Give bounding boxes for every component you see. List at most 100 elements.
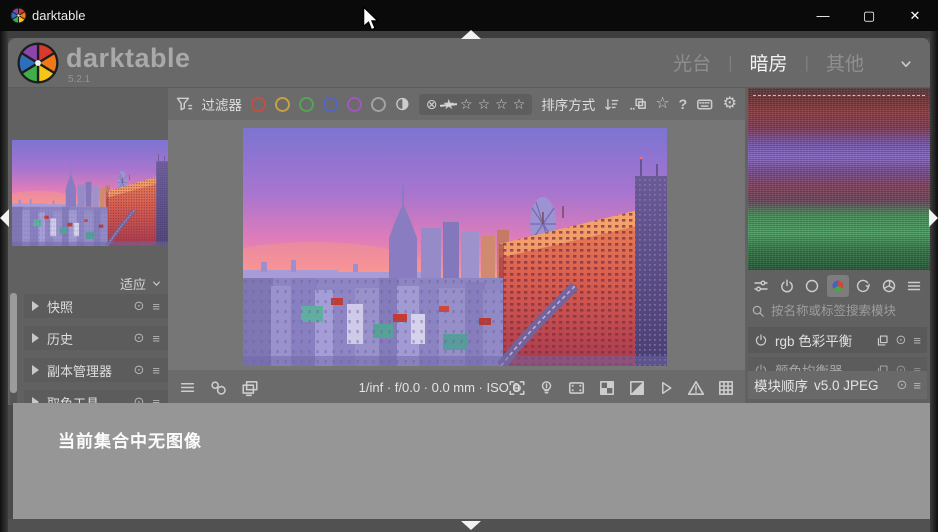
reject-icon[interactable]: ⊗ <box>426 96 438 113</box>
chevron-down-icon <box>151 279 162 288</box>
waveform-scope[interactable] <box>748 88 930 270</box>
search-icon <box>751 304 765 318</box>
overlays-star-icon[interactable]: ☆ <box>655 96 669 112</box>
zoom-level-dropdown[interactable]: 适应 <box>120 274 162 293</box>
raw-overexposed-icon[interactable] <box>598 379 616 397</box>
expander-icon <box>32 333 39 343</box>
color-label-purple[interactable] <box>347 97 362 112</box>
star-2-icon[interactable]: ☆ <box>460 96 473 113</box>
gamut-check-warning-icon[interactable] <box>687 379 705 397</box>
softproof-icon[interactable] <box>658 379 675 397</box>
collapse-left-panel-arrow-icon[interactable] <box>0 209 9 227</box>
reset-icon[interactable]: ⊙ <box>896 332 907 348</box>
color-label-gray[interactable] <box>371 97 386 112</box>
module-color-balance-rgb[interactable]: rgb 色彩平衡 ⊙ ≡ <box>748 327 927 353</box>
empty-collection-message: 当前集合中无图像 <box>58 427 202 452</box>
color-assessment-circles-icon[interactable] <box>209 379 228 397</box>
module-history[interactable]: 历史 ⊙ ≡ <box>24 326 168 350</box>
filter-label: 过滤器 <box>202 94 243 114</box>
view-switcher: 光台 | 暗房 | 其他 <box>673 38 864 87</box>
exif-info: 1/inf · f/0.0 · 0.0 mm · ISO 0 <box>359 380 520 395</box>
reset-icon[interactable]: ⊙ <box>897 377 908 393</box>
guides-grid-icon[interactable] <box>717 379 735 397</box>
maximize-button[interactable]: ▢ <box>846 0 892 31</box>
group-active-modules-icon[interactable] <box>750 275 772 297</box>
darktable-window: darktable — ▢ ✕ darktable 5.2.1 光台 | 暗房 … <box>0 0 938 532</box>
navigation-thumbnail[interactable] <box>12 140 168 246</box>
top-toolbar: 过滤器 ⊗ ★ ☆ ☆ ☆ ☆ 排序方式 ☆ ? ⚙ <box>168 88 745 120</box>
full-preview-icon[interactable] <box>567 379 586 397</box>
presets-icon[interactable]: ≡ <box>913 333 921 348</box>
module-duplicate-manager[interactable]: 副本管理器 ⊙ ≡ <box>24 358 168 382</box>
left-panel: 适应 快照 ⊙ ≡ 历史 ⊙ ≡ 副本管理器 ⊙ ≡ 取色工具 ⊙ ≡ <box>8 88 168 405</box>
header-bar: darktable 5.2.1 光台 | 暗房 | 其他 <box>8 38 930 88</box>
main-image[interactable] <box>243 128 667 366</box>
iso12646-bulb-icon[interactable] <box>538 379 555 397</box>
window-title: darktable <box>32 8 85 23</box>
star-1-icon[interactable]: ★ <box>442 96 455 113</box>
second-window-icon[interactable] <box>240 379 260 397</box>
reset-icon[interactable]: ⊙ <box>134 298 145 314</box>
titlebar: darktable — ▢ ✕ <box>0 0 938 31</box>
overexposed-icon[interactable] <box>628 379 646 397</box>
module-search <box>751 301 924 321</box>
expander-icon <box>32 301 39 311</box>
filter-funnel-icon[interactable] <box>176 95 193 113</box>
group-effects-fan-icon[interactable] <box>878 275 900 297</box>
app-name: darktable <box>66 43 191 74</box>
star-4-icon[interactable]: ☆ <box>495 96 508 113</box>
star-3-icon[interactable]: ☆ <box>478 96 491 113</box>
scope-clipping-dashed-line <box>753 95 925 96</box>
presets-icon[interactable]: ≡ <box>913 378 921 393</box>
overlays-menu-icon[interactable] <box>178 379 197 396</box>
module-order-label: 模块顺序 <box>754 375 808 395</box>
color-label-red[interactable] <box>251 97 266 112</box>
grouping-icon[interactable] <box>629 96 646 113</box>
color-label-blue[interactable] <box>323 97 338 112</box>
group-correct-swirl-icon[interactable] <box>852 275 874 297</box>
power-icon[interactable] <box>754 333 768 347</box>
group-color-rgb-icon[interactable] <box>827 275 849 297</box>
color-label-green[interactable] <box>299 97 314 112</box>
reset-icon[interactable]: ⊙ <box>134 362 145 378</box>
left-panel-scrollbar-thumb[interactable] <box>10 293 17 393</box>
view-separator: | <box>728 53 732 73</box>
views-chevron-down-icon[interactable] <box>898 58 914 70</box>
sort-label: 排序方式 <box>541 94 595 114</box>
view-lighttable[interactable]: 光台 <box>673 49 711 76</box>
minimize-button[interactable]: — <box>800 0 846 31</box>
module-order-row[interactable]: 模块顺序 v5.0 JPEG ⊙ ≡ <box>748 371 927 399</box>
group-enabled-power-icon[interactable] <box>776 275 798 297</box>
multi-instance-icon[interactable] <box>876 334 889 347</box>
right-edge <box>930 31 938 532</box>
help-icon[interactable]: ? <box>679 97 688 111</box>
zoom-level-value: 适应 <box>120 274 146 293</box>
close-button[interactable]: ✕ <box>892 0 938 31</box>
color-label-mixed-icon[interactable] <box>395 96 410 112</box>
presets-icon[interactable]: ≡ <box>152 331 160 346</box>
filmstrip-panel: 当前集合中无图像 <box>13 403 930 519</box>
expand-filmstrip-arrow-icon[interactable] <box>461 521 481 530</box>
view-other[interactable]: 其他 <box>826 49 864 76</box>
preferences-gear-icon[interactable]: ⚙ <box>723 96 737 112</box>
color-label-yellow[interactable] <box>275 97 290 112</box>
view-separator: | <box>805 53 809 73</box>
darktable-logo-icon <box>16 41 60 85</box>
module-order-value: v5.0 JPEG <box>814 378 879 393</box>
reset-icon[interactable]: ⊙ <box>134 330 145 346</box>
collapse-right-panel-arrow-icon[interactable] <box>929 209 938 227</box>
star-5-icon[interactable]: ☆ <box>513 96 526 113</box>
module-groups <box>750 274 925 298</box>
groups-presets-menu-icon[interactable] <box>903 275 925 297</box>
left-edge <box>0 31 8 532</box>
app-version: 5.2.1 <box>68 74 90 85</box>
module-search-input[interactable] <box>771 304 921 318</box>
sort-order-icon[interactable] <box>604 96 620 113</box>
collapse-top-panel-arrow-icon[interactable] <box>461 30 481 39</box>
presets-icon[interactable]: ≡ <box>152 299 160 314</box>
shortcuts-keyboard-icon[interactable] <box>696 96 713 113</box>
group-base-circle-icon[interactable] <box>801 275 823 297</box>
module-snapshots[interactable]: 快照 ⊙ ≡ <box>24 294 168 318</box>
presets-icon[interactable]: ≡ <box>152 363 160 378</box>
view-darkroom[interactable]: 暗房 <box>750 49 788 76</box>
